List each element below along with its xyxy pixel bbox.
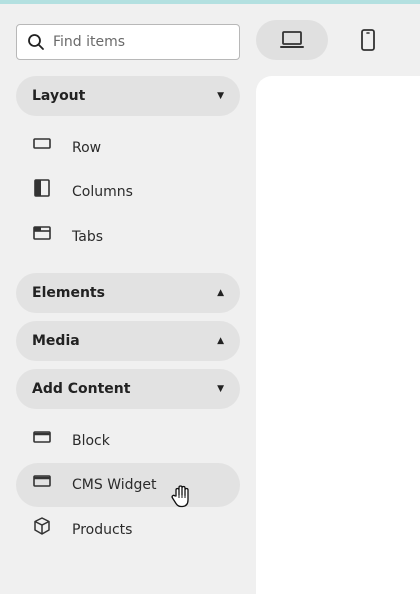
editor-canvas[interactable] <box>256 76 420 594</box>
group-title-media: Media <box>32 333 80 349</box>
item-label: Row <box>72 140 102 156</box>
block-icon <box>32 427 52 447</box>
group-title-elements: Elements <box>32 285 105 301</box>
search-input[interactable] <box>53 34 223 50</box>
item-label: Tabs <box>72 229 103 245</box>
desktop-view-button[interactable] <box>256 20 328 60</box>
item-label: CMS Widget <box>72 477 157 493</box>
item-tabs[interactable]: Tabs <box>16 215 240 259</box>
item-row[interactable]: Row <box>16 126 240 170</box>
item-label: Block <box>72 433 110 449</box>
columns-icon <box>32 178 52 198</box>
widget-icon <box>32 471 52 491</box>
laptop-icon <box>280 31 304 48</box>
tabs-icon <box>32 223 52 243</box>
caret-down-icon: ▼ <box>217 90 224 101</box>
group-title-add-content: Add Content <box>32 381 131 397</box>
row-icon <box>32 134 52 154</box>
box-icon <box>32 516 52 536</box>
mobile-icon <box>361 29 375 51</box>
caret-up-icon: ▲ <box>217 287 224 298</box>
group-header-elements[interactable]: Elements ▲ <box>16 273 240 313</box>
hand-cursor-icon <box>170 484 194 514</box>
caret-up-icon: ▲ <box>217 335 224 346</box>
item-block[interactable]: Block <box>16 419 240 463</box>
item-label: Columns <box>72 184 133 200</box>
search-icon <box>28 34 44 50</box>
group-header-layout[interactable]: Layout ▼ <box>16 76 240 116</box>
top-accent-strip <box>0 0 420 4</box>
caret-down-icon: ▼ <box>217 383 224 394</box>
group-title-layout: Layout <box>32 88 86 104</box>
item-cms-widget[interactable]: CMS Widget <box>16 463 240 507</box>
item-label: Products <box>72 522 133 538</box>
group-header-add-content[interactable]: Add Content ▼ <box>16 369 240 409</box>
item-products[interactable]: Products <box>16 508 240 552</box>
mobile-view-button[interactable] <box>340 20 396 60</box>
search-box[interactable] <box>16 24 240 60</box>
group-header-media[interactable]: Media ▲ <box>16 321 240 361</box>
item-columns[interactable]: Columns <box>16 170 240 214</box>
